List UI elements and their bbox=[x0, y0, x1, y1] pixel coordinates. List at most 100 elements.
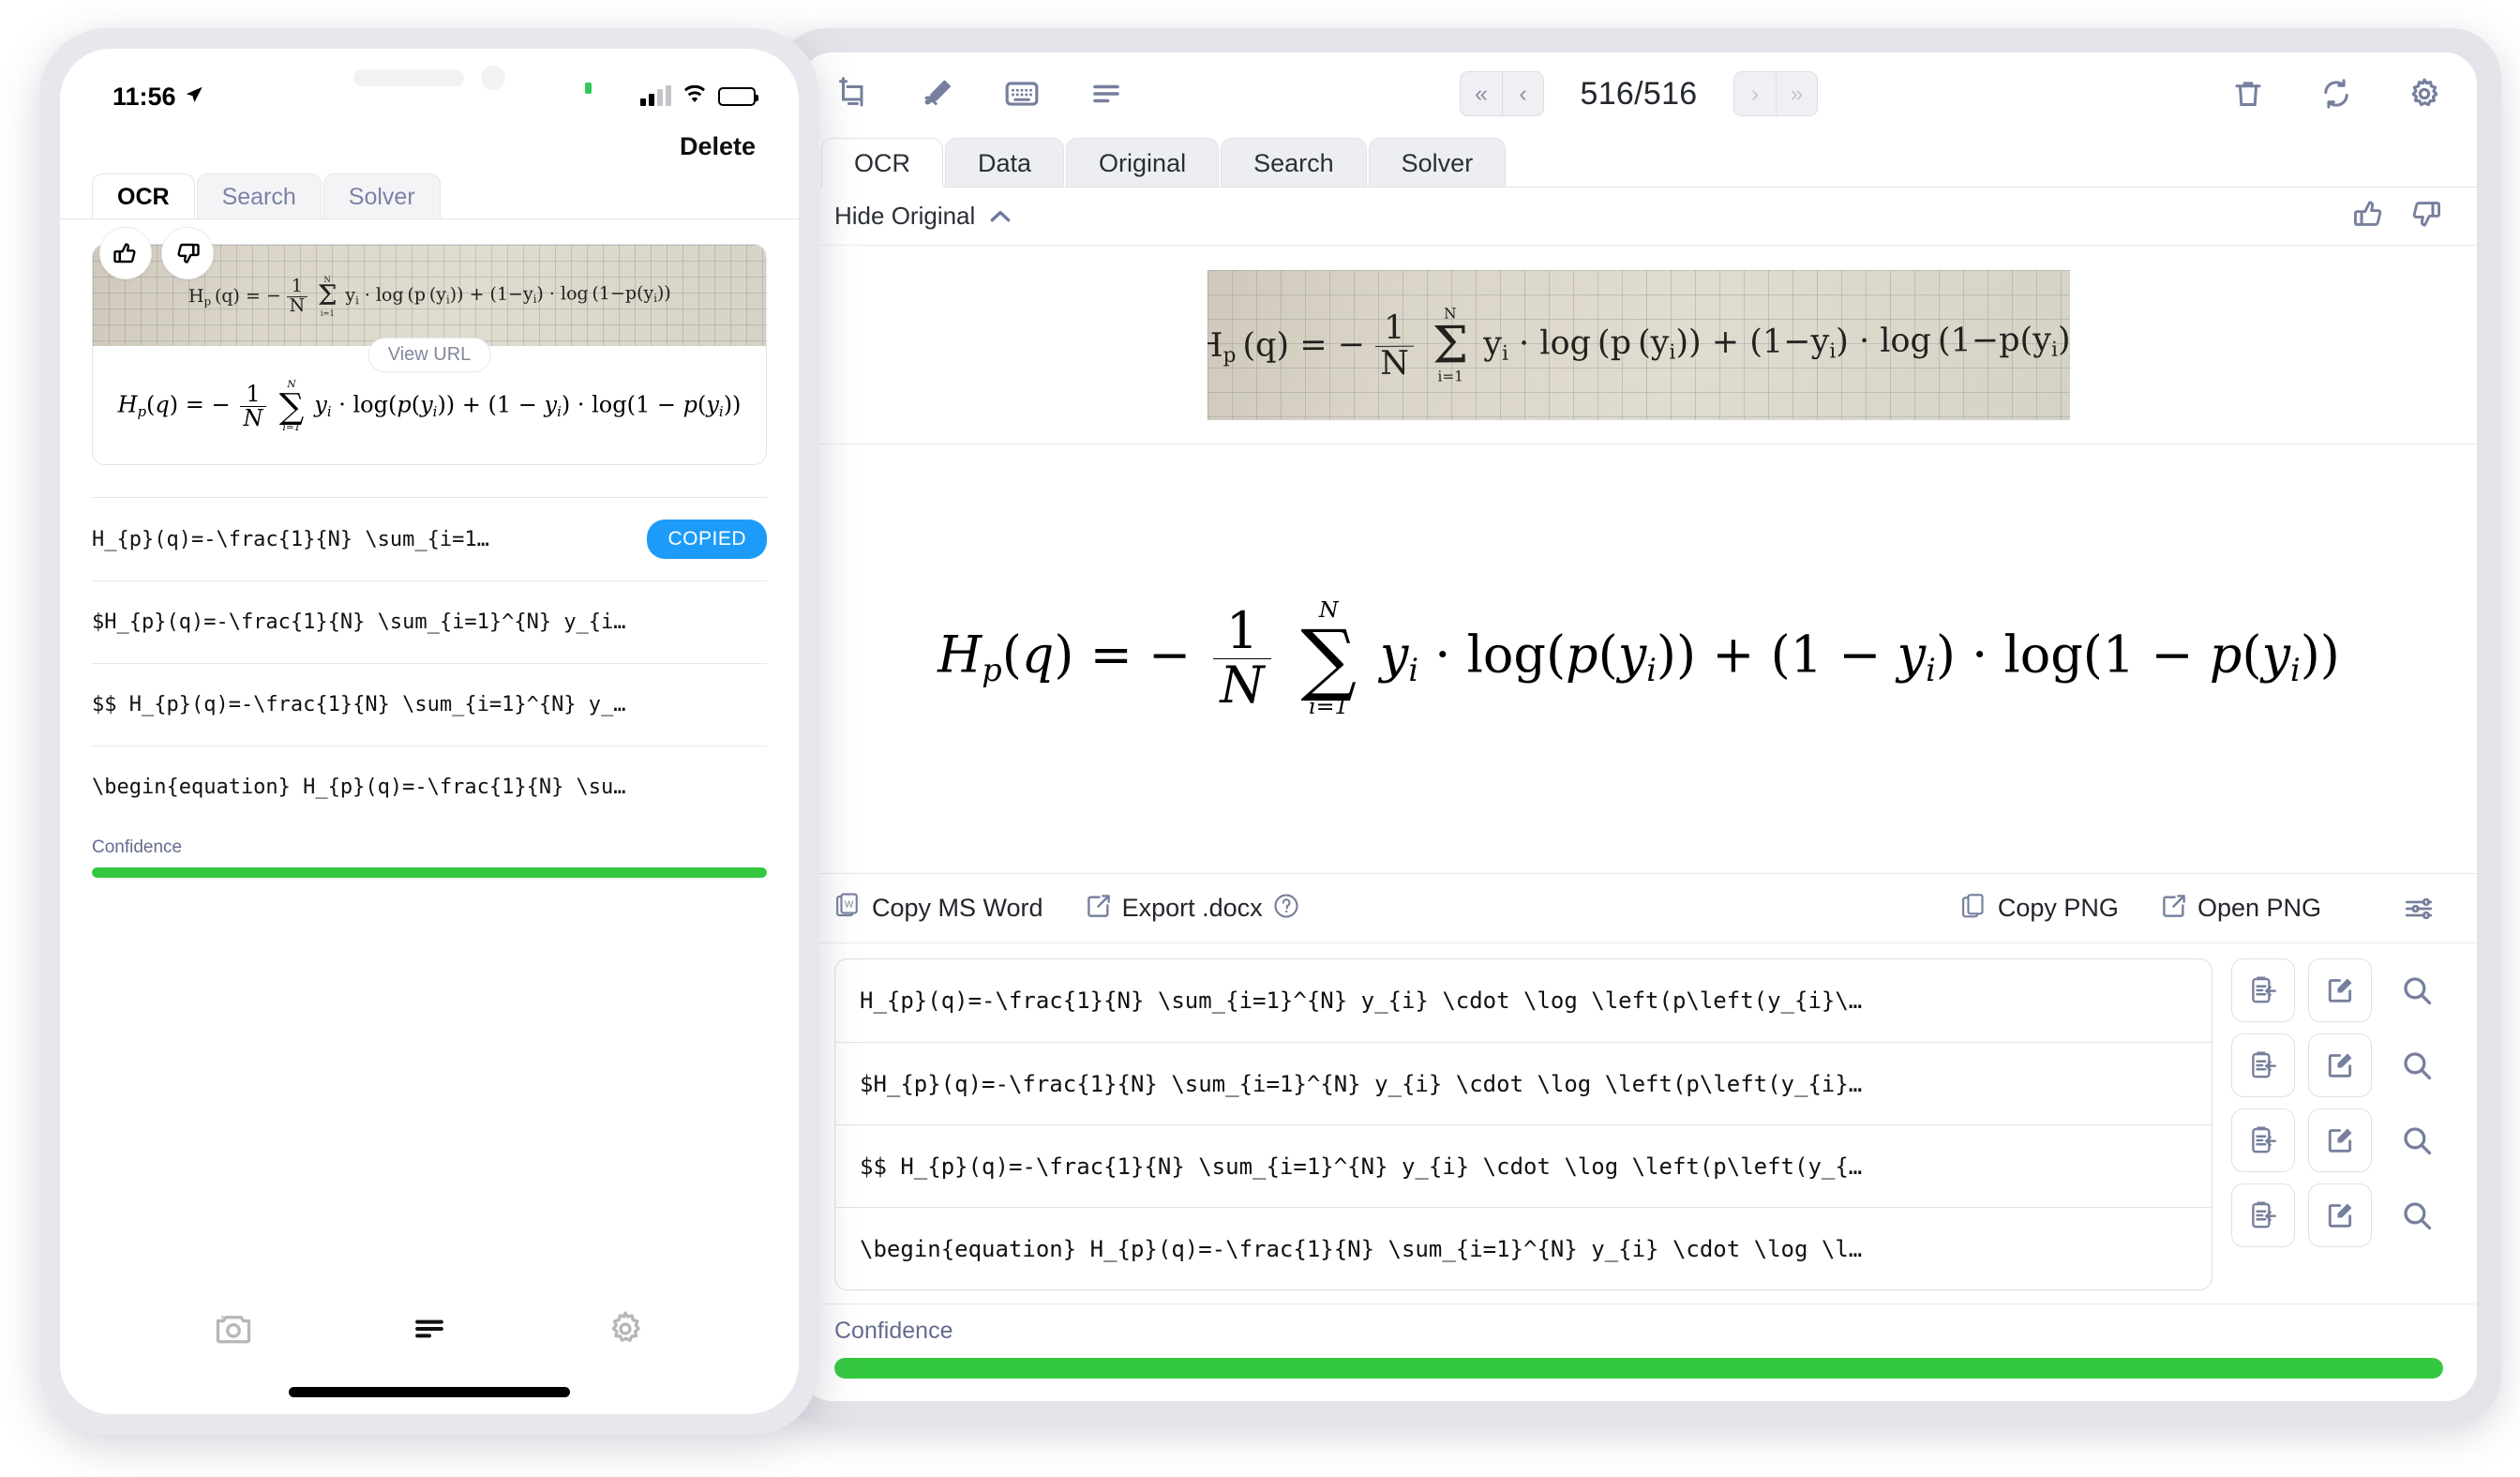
search-icon[interactable] bbox=[2385, 1183, 2449, 1247]
copy-to-clipboard-icon[interactable] bbox=[2231, 958, 2295, 1022]
search-icon[interactable] bbox=[2385, 1108, 2449, 1172]
view-url-button[interactable]: View URL bbox=[368, 338, 491, 372]
latex-rows-column: H_{p}(q)=-\frac{1}{N} \sum_{i=1}^{N} y_{… bbox=[834, 958, 2212, 1290]
row-actions bbox=[2231, 958, 2449, 1022]
tab-data[interactable]: Data bbox=[945, 138, 1065, 187]
phone-notch bbox=[353, 66, 505, 90]
tab-solver[interactable]: Solver bbox=[1368, 138, 1507, 187]
copy-ms-word-label: Copy MS Word bbox=[872, 894, 1043, 922]
keyboard-icon[interactable] bbox=[998, 69, 1046, 118]
copied-badge: COPIED bbox=[647, 520, 767, 560]
search-icon[interactable] bbox=[2385, 1033, 2449, 1097]
tab-search[interactable]: Search bbox=[196, 173, 322, 219]
rendered-formula-area: Hp(q) = − 1N N ∑ i=1 yi · log(p(yi)) + (1 … bbox=[801, 445, 2477, 874]
confidence-fill bbox=[92, 867, 767, 879]
export-docx-button[interactable]: Export .docx bbox=[1085, 892, 1300, 925]
tablet-screen: « ‹ 516/516 › » OCR Data Original Search… bbox=[801, 53, 2477, 1401]
search-icon[interactable] bbox=[2385, 958, 2449, 1022]
edit-icon[interactable] bbox=[2308, 1033, 2372, 1097]
latex-text: \begin{equation} H_{p}(q)=-\frac{1}{N} \… bbox=[92, 776, 626, 800]
copy-ms-word-button[interactable]: W Copy MS Word bbox=[834, 892, 1043, 925]
confidence-bar bbox=[92, 867, 767, 879]
privacy-indicator bbox=[585, 83, 592, 94]
confidence-label: Confidence bbox=[834, 1318, 953, 1344]
confidence-fill bbox=[834, 1358, 2443, 1379]
tablet-tab-bar: OCR Data Original Search Solver bbox=[801, 135, 2477, 188]
status-indicators bbox=[640, 84, 758, 109]
list-lines-icon[interactable] bbox=[1082, 69, 1131, 118]
phone-device: 11:56 Delete OCR Search Solver Hp (q) = … bbox=[39, 28, 819, 1435]
help-icon[interactable] bbox=[1272, 892, 1300, 925]
list-lines-icon[interactable] bbox=[409, 1308, 450, 1354]
camera-icon[interactable] bbox=[213, 1308, 254, 1354]
external-link-icon bbox=[1085, 892, 1113, 925]
trash-icon[interactable] bbox=[2224, 69, 2272, 118]
gear-icon[interactable] bbox=[605, 1308, 646, 1354]
confidence-bar bbox=[834, 1358, 2443, 1379]
thumbs-down-icon[interactable] bbox=[161, 227, 214, 279]
copy-pages-icon bbox=[1960, 892, 1988, 925]
phone-result-card-wrap: Hp (q) = − 1N N Σi=1 yi · log (p (yi)) + … bbox=[60, 219, 799, 466]
home-indicator bbox=[289, 1387, 570, 1397]
thumbs-down-icon[interactable] bbox=[2408, 196, 2443, 236]
delete-button[interactable]: Delete bbox=[680, 132, 756, 161]
tab-ocr[interactable]: OCR bbox=[821, 138, 943, 187]
edit-icon[interactable] bbox=[2308, 958, 2372, 1022]
copy-png-button[interactable]: Copy PNG bbox=[1960, 892, 2119, 925]
tab-solver[interactable]: Solver bbox=[322, 173, 441, 219]
row-actions bbox=[2231, 1033, 2449, 1097]
last-page-button[interactable]: » bbox=[1776, 72, 1817, 115]
front-camera bbox=[481, 66, 505, 90]
chevron-up-icon[interactable] bbox=[986, 203, 1014, 231]
list-item[interactable]: $$ H_{p}(q)=-\frac{1}{N} \sum_{i=1}^{N} … bbox=[92, 663, 767, 746]
next-page-button[interactable]: › bbox=[1734, 72, 1776, 115]
latex-row[interactable]: $$ H_{p}(q)=-\frac{1}{N} \sum_{i=1}^{N} … bbox=[835, 1124, 2212, 1207]
tablet-device: « ‹ 516/516 › » OCR Data Original Search… bbox=[776, 28, 2501, 1425]
list-item[interactable]: \begin{equation} H_{p}(q)=-\frac{1}{N} \… bbox=[92, 746, 767, 828]
copy-to-clipboard-icon[interactable] bbox=[2231, 1108, 2295, 1172]
svg-text:W: W bbox=[845, 899, 854, 910]
tab-search[interactable]: Search bbox=[1221, 138, 1367, 187]
thumbs-up-icon[interactable] bbox=[99, 227, 152, 279]
tab-original[interactable]: Original bbox=[1066, 138, 1220, 187]
list-item[interactable]: $H_{p}(q)=-\frac{1}{N} \sum_{i=1}^{N} y_… bbox=[92, 580, 767, 663]
hide-original-label[interactable]: Hide Original bbox=[834, 202, 975, 231]
phone-spacer bbox=[60, 878, 799, 1274]
copy-to-clipboard-icon[interactable] bbox=[2231, 1183, 2295, 1247]
phone-screen: 11:56 Delete OCR Search Solver Hp (q) = … bbox=[60, 49, 799, 1414]
edit-icon[interactable] bbox=[2308, 1183, 2372, 1247]
first-page-button[interactable]: « bbox=[1461, 72, 1502, 115]
tablet-toolbar: « ‹ 516/516 › » bbox=[801, 53, 2477, 135]
confidence-section: Confidence bbox=[801, 1304, 2477, 1401]
row-actions bbox=[2231, 1108, 2449, 1172]
latex-row[interactable]: $H_{p}(q)=-\frac{1}{N} \sum_{i=1}^{N} y_… bbox=[835, 1042, 2212, 1124]
latex-text: $H_{p}(q)=-\frac{1}{N} \sum_{i=1}^{N} y_… bbox=[92, 610, 626, 635]
row-actions bbox=[2231, 1183, 2449, 1247]
edit-icon[interactable] bbox=[2308, 1108, 2372, 1172]
copy-to-clipboard-icon[interactable] bbox=[2231, 1033, 2295, 1097]
crop-add-icon[interactable] bbox=[829, 69, 878, 118]
earpiece-speaker bbox=[353, 69, 464, 86]
pen-edit-icon[interactable] bbox=[913, 69, 962, 118]
latex-text: $$ H_{p}(q)=-\frac{1}{N} \sum_{i=1}^{N} … bbox=[92, 693, 626, 717]
screenshot-stage: « ‹ 516/516 › » OCR Data Original Search… bbox=[0, 0, 2520, 1477]
thumbs-up-icon[interactable] bbox=[2351, 196, 2387, 236]
open-png-label: Open PNG bbox=[2197, 894, 2321, 922]
latex-row[interactable]: H_{p}(q)=-\frac{1}{N} \sum_{i=1}^{N} y_{… bbox=[835, 959, 2212, 1042]
toolbar-right-tools bbox=[2224, 69, 2449, 118]
open-png-button[interactable]: Open PNG bbox=[2160, 892, 2321, 925]
phone-delete-row: Delete bbox=[60, 122, 799, 171]
handwriting-photo[interactable]: Hp (q) = − 1N N Σi=1 yi · log (p (yi)) + … bbox=[1208, 269, 2070, 420]
gear-icon[interactable] bbox=[2400, 69, 2449, 118]
sync-icon[interactable] bbox=[2312, 69, 2361, 118]
prev-page-button[interactable]: ‹ bbox=[1502, 72, 1543, 115]
latex-row[interactable]: \begin{equation} H_{p}(q)=-\frac{1}{N} \… bbox=[835, 1207, 2212, 1289]
tab-ocr[interactable]: OCR bbox=[92, 173, 195, 219]
external-link-icon bbox=[2160, 892, 2188, 925]
location-arrow-icon bbox=[184, 83, 204, 112]
status-time-group: 11:56 bbox=[112, 83, 204, 112]
sliders-icon[interactable] bbox=[2394, 884, 2443, 933]
cellular-bars-icon bbox=[640, 85, 671, 106]
list-item[interactable]: H_{p}(q)=-\frac{1}{N} \sum_{i=1… COPIED bbox=[92, 498, 767, 580]
pager-prev-group: « ‹ bbox=[1460, 71, 1544, 116]
